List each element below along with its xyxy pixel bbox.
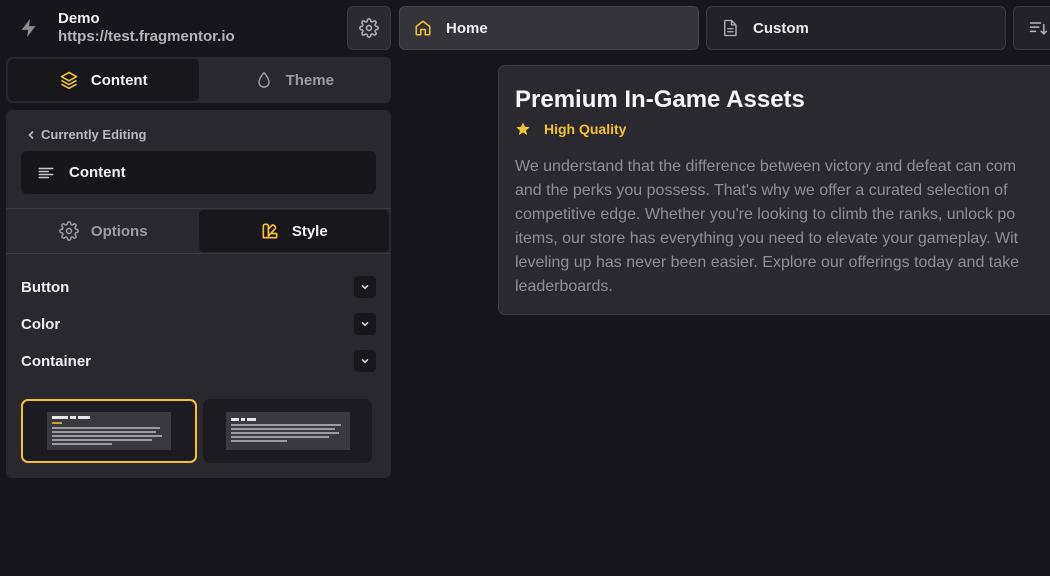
layers-icon — [59, 70, 79, 90]
home-icon — [414, 19, 432, 37]
accordion-label: Button — [21, 278, 70, 296]
back-link-label: Currently Editing — [41, 127, 147, 142]
tab-theme[interactable]: Theme — [199, 59, 390, 101]
accordion-label: Container — [21, 352, 92, 370]
file-icon — [721, 19, 739, 37]
tab-label: Theme — [285, 71, 334, 89]
body-line: leaderboards. — [515, 278, 613, 295]
preview-title: Premium In-Game Assets — [515, 86, 805, 113]
template-thumbnail — [47, 412, 171, 450]
accordion-color[interactable]: Color — [21, 312, 376, 336]
accordion-button[interactable]: Button — [21, 275, 376, 299]
editing-item[interactable]: Content — [21, 151, 376, 194]
align-left-icon — [37, 164, 55, 182]
divider — [6, 253, 391, 254]
preview-body: We understand that the difference betwee… — [515, 155, 1050, 299]
template-option-2[interactable] — [203, 399, 372, 463]
star-icon — [515, 121, 531, 137]
tab-content[interactable]: Content — [8, 59, 199, 101]
brand: Demo https://test.fragmentor.io — [0, 0, 340, 56]
editing-item-label: Content — [69, 164, 126, 181]
gear-icon — [359, 18, 379, 38]
body-line: and the perks you possess. That's why we… — [515, 182, 1008, 199]
droplet-icon — [254, 70, 274, 90]
template-thumbnail — [225, 412, 350, 450]
sort-pages-button[interactable] — [1013, 6, 1050, 50]
chevron-down-icon[interactable] — [354, 276, 376, 298]
page-tab-custom[interactable]: Custom — [706, 6, 1006, 50]
site-name: Demo — [58, 10, 100, 27]
sub-tabs: Options Style — [6, 209, 391, 253]
tab-label: Options — [90, 222, 148, 240]
tab-options[interactable]: Options — [8, 210, 199, 252]
body-line: We understand that the difference betwee… — [515, 158, 1017, 175]
body-line: leveling up has never been easier. Explo… — [515, 254, 1020, 271]
back-link[interactable]: Currently Editing — [26, 127, 146, 142]
page-tab-home[interactable]: Home — [399, 6, 699, 50]
accordion-label: Color — [21, 315, 61, 333]
tab-label: Content — [90, 71, 148, 89]
settings-button[interactable] — [347, 6, 391, 50]
chevron-down-icon[interactable] — [354, 313, 376, 335]
quality-badge: High Quality — [515, 121, 626, 137]
badge-label: High Quality — [544, 121, 627, 137]
chevron-left-icon — [26, 130, 36, 140]
accordion-container[interactable]: Container — [21, 349, 376, 373]
body-line: competitive edge. Whether you're looking… — [515, 206, 1016, 223]
gear-icon — [59, 221, 79, 241]
template-option-1[interactable] — [21, 399, 197, 463]
sort-list-icon — [1028, 18, 1048, 38]
main-tabs: Content Theme — [6, 57, 391, 103]
bolt-icon — [18, 17, 40, 39]
swatches-icon — [260, 221, 280, 241]
preview-card[interactable]: Premium In-Game Assets High Quality We u… — [498, 65, 1050, 315]
body-line: items, our store has everything you need… — [515, 230, 1019, 247]
tab-style[interactable]: Style — [198, 210, 389, 252]
editor-panel: Currently Editing Content Options Style — [6, 110, 391, 478]
site-url[interactable]: https://test.fragmentor.io — [58, 28, 235, 45]
chevron-down-icon[interactable] — [354, 350, 376, 372]
page-tab-label: Home — [446, 19, 488, 37]
tab-label: Style — [291, 222, 328, 240]
page-tab-label: Custom — [753, 19, 809, 37]
